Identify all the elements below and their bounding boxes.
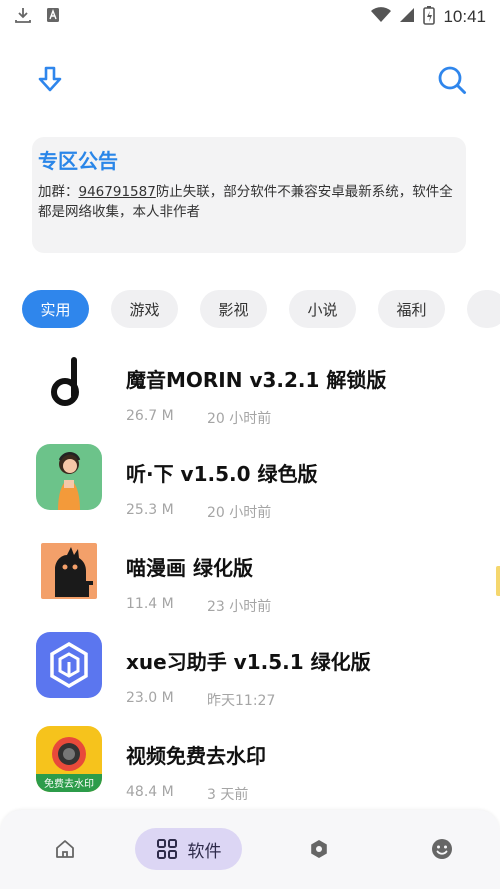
tab-welfare[interactable]: 福利 [378,290,445,328]
home-icon [56,840,74,858]
announcement-text: 加群：946791587防止失联，部分软件不兼容安卓最新系统，软件全都是网络收集… [38,182,460,222]
app-name: 听·下 v1.5.0 绿色版 [126,462,318,486]
app-size: 48.4 M [126,784,174,800]
list-item[interactable]: 免费去水印 视频免费去水印 48.4 M 3 天前 [0,726,500,816]
nav-discover[interactable] [298,828,340,870]
tingxia-logo-icon [36,444,102,510]
app-name: 喵漫画 绿化版 [126,556,253,580]
smiley-icon [432,839,452,859]
nav-apps[interactable]: 软件 [135,828,242,870]
group-number-link[interactable]: 946791587 [79,184,156,200]
app-updated-time: 昨天11:27 [207,693,276,709]
status-time: 10:41 [443,7,486,26]
top-header [0,60,500,100]
app-updated-time: 23 小时前 [207,599,272,615]
app-size: 11.4 M [126,596,174,612]
search-icon [438,66,466,94]
download-status-icon [14,6,32,28]
tab-video[interactable]: 影视 [200,290,267,328]
download-button[interactable] [36,65,64,95]
app-size: 26.7 M [126,408,174,424]
nav-home[interactable] [44,828,86,870]
app-size: 23.0 M [126,690,174,706]
side-drawer-handle[interactable] [496,566,500,596]
app-name: 魔音MORIN v3.2.1 解锁版 [126,368,387,392]
nav-profile[interactable] [421,828,463,870]
watermark-logo-icon: 免费去水印 [36,726,102,792]
list-item[interactable]: 魔音MORIN v3.2.1 解锁版 26.7 M 20 小时前 [0,350,500,440]
announcement-title: 专区公告 [38,149,118,173]
notification-app-icon [46,7,60,27]
battery-icon [423,5,436,29]
app-updated-time: 20 小时前 [207,411,272,427]
app-name: xue习助手 v1.5.1 绿化版 [126,650,371,674]
watermark-icon-label: 免费去水印 [44,777,94,790]
wifi-icon [371,7,392,27]
grid-icon [156,839,177,859]
status-bar: 10:41 [0,0,500,34]
list-item[interactable]: 喵漫画 绿化版 11.4 M 23 小时前 [0,538,500,628]
compass-icon [311,840,327,858]
miaomanhua-logo-icon [41,543,97,599]
category-tabs: 实用 游戏 影视 小说 福利 [22,290,500,328]
list-item[interactable]: xue习助手 v1.5.1 绿化版 23.0 M 昨天11:27 [0,632,500,722]
signal-icon [399,7,415,27]
tab-novels[interactable]: 小说 [289,290,356,328]
xuexi-logo-icon [36,632,102,698]
announcement-prefix: 加群： [38,184,79,200]
search-button[interactable] [436,64,468,96]
app-size: 25.3 M [126,502,174,518]
nav-apps-label: 软件 [187,841,222,862]
app-updated-time: 3 天前 [207,787,249,803]
app-name: 视频免费去水印 [126,744,266,768]
download-arrow-icon [38,66,62,92]
tab-more[interactable] [467,290,500,328]
bottom-navigation: 软件 [0,810,500,889]
list-item[interactable]: 听·下 v1.5.0 绿色版 25.3 M 20 小时前 [0,444,500,534]
tab-games[interactable]: 游戏 [111,290,178,328]
moyin-logo-icon [36,350,102,416]
announcement-card: 专区公告 加群：946791587防止失联，部分软件不兼容安卓最新系统，软件全都… [32,137,466,253]
app-updated-time: 20 小时前 [207,505,272,521]
tab-utility[interactable]: 实用 [22,290,89,328]
